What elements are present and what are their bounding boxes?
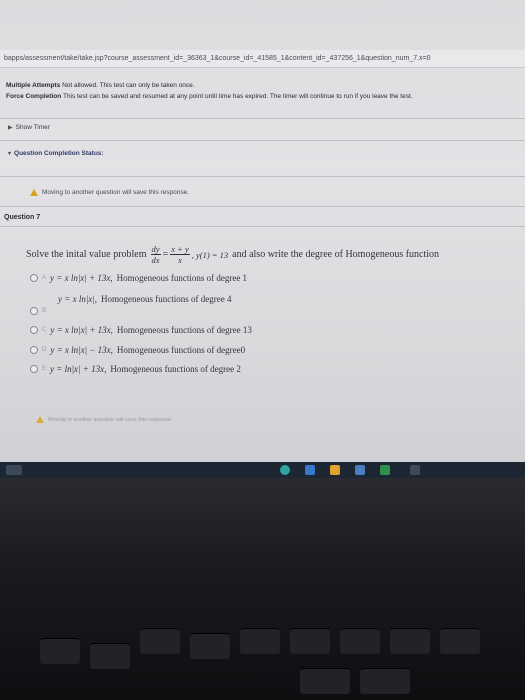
divider [0, 118, 525, 119]
prompt-prefix: Solve the inital value problem [26, 249, 147, 260]
caret-down-icon: ▾ [8, 151, 12, 157]
option-letter: B [42, 308, 47, 314]
force-completion-label: Force Completion [6, 93, 62, 100]
key [300, 668, 350, 694]
answer-option-a[interactable]: A y = x ln|x| + 13x, Homogeneous functio… [30, 273, 247, 283]
screen: bapps/assessment/take/take.jsp?course_as… [0, 0, 525, 478]
key [190, 633, 230, 659]
question-number: Question 7 [4, 214, 41, 221]
rhs-fraction: x + y x [170, 244, 190, 265]
store-icon[interactable] [305, 465, 315, 475]
radio-button[interactable] [30, 326, 38, 334]
save-warning-footer: Moving to another question will save thi… [36, 416, 172, 423]
taskbar [0, 462, 525, 478]
key [340, 628, 380, 654]
equals-sign: = [162, 249, 169, 260]
key [440, 628, 480, 654]
prompt-suffix: and also write the degree of Homogeneous… [232, 249, 440, 260]
browser-icon[interactable] [280, 465, 290, 475]
multiple-attempts-row: Multiple Attempts Not allowed. This test… [6, 80, 413, 91]
warning-icon [30, 189, 38, 196]
key [360, 668, 410, 694]
divider [0, 140, 525, 141]
option-text: Homogeneous functions of degree0 [116, 345, 246, 355]
option-letter: C [42, 327, 47, 333]
option-text: Homogeneous functions of degree 4 [101, 294, 232, 304]
fraction-denominator: x [178, 255, 182, 265]
key [90, 643, 130, 669]
answer-option-c[interactable]: C y = x ln|x| + 13x, Homogeneous functio… [30, 325, 252, 335]
divider [0, 226, 525, 227]
key [240, 628, 280, 654]
show-timer-label: Show Timer [15, 124, 50, 131]
fraction-numerator: dy [150, 244, 161, 255]
test-info: Multiple Attempts Not allowed. This test… [6, 80, 413, 102]
show-timer-toggle[interactable]: ▶ Show Timer [8, 124, 50, 131]
radio-button[interactable] [30, 307, 38, 315]
app-icon[interactable] [380, 465, 390, 475]
answer-option-b[interactable]: B [30, 307, 46, 315]
option-text: Homogeneous functions of degree 2 [110, 364, 241, 374]
radio-button[interactable] [30, 365, 38, 373]
save-warning-text: Moving to another question will save thi… [48, 416, 173, 423]
option-math: y = ln|x| + 13x, [50, 364, 107, 374]
option-letter: D [42, 347, 47, 353]
save-warning-text: Moving to another question will save thi… [42, 189, 190, 196]
radio-button[interactable] [30, 346, 38, 354]
option-math: y = x ln|x|, [58, 294, 98, 304]
option-text: Homogeneous functions of degree 1 [116, 273, 248, 283]
answer-option-b-content[interactable]: y = x ln|x|, Homogeneous functions of de… [58, 294, 231, 304]
divider [0, 176, 525, 177]
caret-right-icon: ▶ [8, 125, 13, 131]
taskbar-start-icon[interactable] [6, 465, 22, 475]
fraction-denominator: dx [151, 255, 160, 265]
divider [0, 206, 525, 207]
question-completion-status-toggle[interactable]: ▾ Question Completion Status: [8, 150, 104, 157]
laptop-keyboard [0, 478, 525, 700]
force-completion-row: Force Completion This test can be saved … [6, 91, 413, 102]
derivative-fraction: dy dx [150, 244, 161, 265]
folder-icon[interactable] [330, 465, 340, 475]
multiple-attempts-text: Not allowed. This test can only be taken… [62, 82, 195, 89]
answer-option-d[interactable]: D y = x ln|x| − 13x, Homogeneous functio… [30, 345, 245, 355]
save-warning: Moving to another question will save thi… [30, 189, 189, 196]
initial-condition: , y(1) = 13 [191, 249, 229, 260]
option-math: y = x ln|x| − 13x, [50, 345, 113, 355]
key [390, 628, 430, 654]
app-icon[interactable] [355, 465, 365, 475]
key [290, 628, 330, 654]
answer-option-e[interactable]: E y = ln|x| + 13x, Homogeneous functions… [30, 364, 241, 374]
question-prompt: Solve the inital value problem dy dx = x… [26, 244, 439, 265]
option-text: Homogeneous functions of degree 13 [116, 325, 252, 335]
question-completion-status-label: Question Completion Status: [14, 150, 104, 157]
option-math: y = x ln|x| + 13x, [50, 273, 113, 283]
app-icon[interactable] [410, 465, 420, 475]
fraction-numerator: x + y [170, 244, 190, 255]
option-math: y = x ln|x| + 13x, [50, 325, 113, 335]
force-completion-text: This test can be saved and resumed at an… [62, 93, 413, 100]
radio-button[interactable] [30, 274, 38, 282]
option-letter: A [42, 275, 47, 281]
option-letter: E [42, 366, 47, 372]
key [140, 628, 180, 654]
warning-icon [36, 416, 44, 423]
key [40, 638, 80, 664]
address-bar[interactable]: bapps/assessment/take/take.jsp?course_as… [0, 50, 525, 68]
multiple-attempts-label: Multiple Attempts [6, 82, 61, 89]
